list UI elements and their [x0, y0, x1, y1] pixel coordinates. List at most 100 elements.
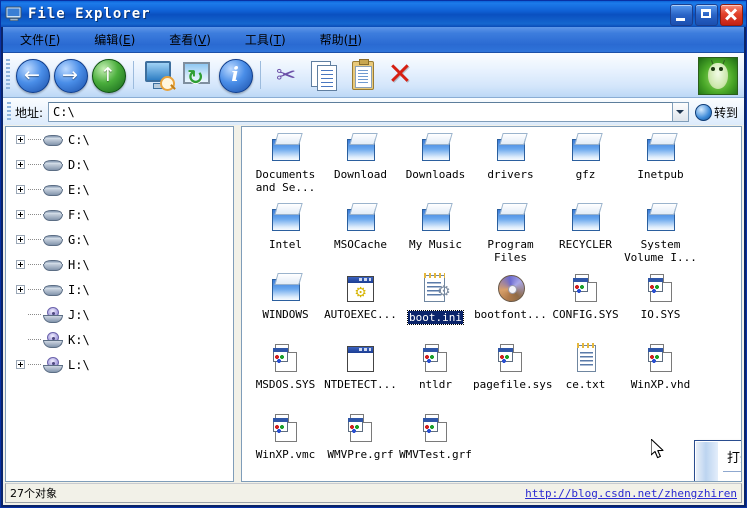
file-item[interactable]: Inetpub — [623, 133, 698, 181]
mouse-cursor — [650, 438, 665, 460]
tree-item-l[interactable]: L:\ — [6, 352, 233, 377]
folder-icon — [645, 203, 678, 235]
title-bar[interactable]: File Explorer — [1, 1, 746, 27]
refresh-button[interactable]: ↻ — [179, 57, 215, 93]
file-item[interactable]: RECYCLER — [548, 203, 623, 251]
tree-item-label: J:\ — [68, 307, 90, 322]
address-input[interactable]: C:\ — [48, 102, 673, 122]
expand-toggle[interactable] — [16, 235, 25, 244]
tree-item-d[interactable]: D:\ — [6, 152, 233, 177]
file-item[interactable]: MSDOS.SYS — [248, 343, 323, 391]
forward-button[interactable]: → — [52, 57, 88, 93]
file-item[interactable]: Download — [323, 133, 398, 181]
chevron-down-icon — [676, 110, 685, 114]
file-item[interactable]: Intel — [248, 203, 323, 251]
file-item[interactable]: Program Files — [473, 203, 548, 264]
tree-item-label: D:\ — [68, 157, 90, 172]
tree-item-h[interactable]: H:\ — [6, 252, 233, 277]
file-item[interactable]: ntldr — [398, 343, 473, 391]
tree-item-f[interactable]: F:\ — [6, 202, 233, 227]
sys-file-icon — [345, 413, 377, 445]
tree-item-c[interactable]: C:\ — [6, 127, 233, 152]
menu-help[interactable]: 帮助(H) — [317, 30, 365, 49]
search-button[interactable] — [141, 57, 177, 93]
expand-toggle[interactable] — [16, 160, 25, 169]
file-item[interactable]: WINDOWS — [248, 273, 323, 321]
file-label: WMVTest.grf — [399, 448, 472, 461]
menu-file[interactable]: 文件(F) — [17, 30, 63, 49]
address-dropdown-button[interactable] — [672, 102, 689, 122]
back-button[interactable]: ← — [14, 57, 50, 93]
file-explorer-window: File Explorer 文件(F) 编辑(E) 查看(V) 工具(T) 帮助… — [0, 0, 747, 508]
close-button[interactable] — [720, 4, 743, 26]
sys-file-icon — [495, 343, 527, 375]
context-menu[interactable]: 打开 剪切 复制 删除 属性 — [694, 440, 741, 481]
tree-item-i[interactable]: I:\ — [6, 277, 233, 302]
file-item[interactable]: NTDETECT... — [323, 343, 398, 391]
file-item[interactable]: System Volume I... — [623, 203, 698, 264]
expand-toggle[interactable] — [16, 185, 25, 194]
window-controls — [670, 4, 743, 26]
expand-toggle[interactable] — [16, 285, 25, 294]
tree-item-j[interactable]: J:\ — [6, 302, 233, 327]
up-button[interactable]: ↑ — [90, 57, 126, 93]
folder-icon — [570, 203, 603, 235]
expand-toggle[interactable] — [16, 360, 25, 369]
menu-tools[interactable]: 工具(T) — [242, 30, 289, 49]
file-item[interactable]: bootfont... — [473, 273, 548, 321]
green-creature-logo — [698, 57, 738, 95]
menu-edit-label: 编辑 — [94, 33, 119, 47]
expand-toggle[interactable] — [16, 135, 25, 144]
cut-button[interactable]: ✂ — [268, 57, 304, 93]
tree-item-label: F:\ — [68, 207, 90, 222]
expand-toggle[interactable] — [16, 210, 25, 219]
folder-icon — [570, 133, 603, 165]
file-item[interactable]: ⚙ AUTOEXEC... — [323, 273, 398, 321]
file-list-panel[interactable]: Documents and Se... Download Downloads d… — [241, 126, 742, 482]
context-menu-cut[interactable]: 剪切 — [695, 474, 741, 481]
go-button[interactable]: 转到 — [694, 103, 738, 121]
menu-edit[interactable]: 编辑(E) — [91, 30, 138, 49]
file-item-selected[interactable]: ⚙ boot.ini — [398, 273, 473, 326]
address-bar-grip[interactable] — [7, 102, 11, 122]
panel-splitter[interactable] — [234, 126, 241, 482]
info-button[interactable]: i — [217, 57, 253, 93]
file-item[interactable]: CONFIG.SYS — [548, 273, 623, 321]
context-menu-open[interactable]: 打开 — [695, 443, 741, 469]
menu-view[interactable]: 查看(V) — [166, 30, 214, 49]
copy-button[interactable] — [306, 57, 342, 93]
file-item[interactable]: gfz — [548, 133, 623, 181]
tree-item-e[interactable]: E:\ — [6, 177, 233, 202]
file-label: System Volume I... — [624, 238, 697, 264]
minimize-button[interactable] — [670, 4, 693, 26]
tree-item-label: K:\ — [68, 332, 90, 347]
toolbar-grip[interactable] — [6, 59, 10, 91]
delete-button[interactable]: ✕ — [382, 57, 418, 93]
file-label: boot.ini — [407, 310, 464, 325]
file-item[interactable]: My Music — [398, 203, 473, 251]
paste-button[interactable] — [344, 57, 380, 93]
file-item[interactable]: WinXP.vmc — [248, 413, 323, 461]
blog-link[interactable]: http://blog.csdn.net/zhengzhiren — [525, 487, 737, 500]
address-label: 地址: — [15, 105, 44, 120]
maximize-button[interactable] — [695, 4, 718, 26]
file-item[interactable]: Downloads — [398, 133, 473, 181]
expand-toggle[interactable] — [16, 260, 25, 269]
explorer-body: C:\ D:\ E:\ F:\ G:\ H:\ I:\ J:\ K:\ L:\ … — [3, 125, 744, 483]
file-item[interactable]: WMVPre.grf — [323, 413, 398, 461]
file-item[interactable]: pagefile.sys — [473, 343, 553, 391]
drive-tree-panel[interactable]: C:\ D:\ E:\ F:\ G:\ H:\ I:\ J:\ K:\ L:\ — [5, 126, 234, 482]
folder-icon — [495, 133, 528, 165]
file-label: IO.SYS — [640, 308, 681, 321]
file-item[interactable]: ce.txt — [548, 343, 623, 391]
file-item[interactable]: Documents and Se... — [248, 133, 323, 194]
file-item[interactable]: MSOCache — [323, 203, 398, 251]
go-globe-icon — [694, 103, 712, 121]
file-item[interactable]: drivers — [473, 133, 548, 181]
tree-item-k[interactable]: K:\ — [6, 327, 233, 352]
file-item[interactable]: WMVTest.grf — [398, 413, 473, 461]
file-item[interactable]: WinXP.vhd — [623, 343, 698, 391]
tree-item-g[interactable]: G:\ — [6, 227, 233, 252]
file-label: pagefile.sys — [473, 378, 553, 391]
file-item[interactable]: IO.SYS — [623, 273, 698, 321]
